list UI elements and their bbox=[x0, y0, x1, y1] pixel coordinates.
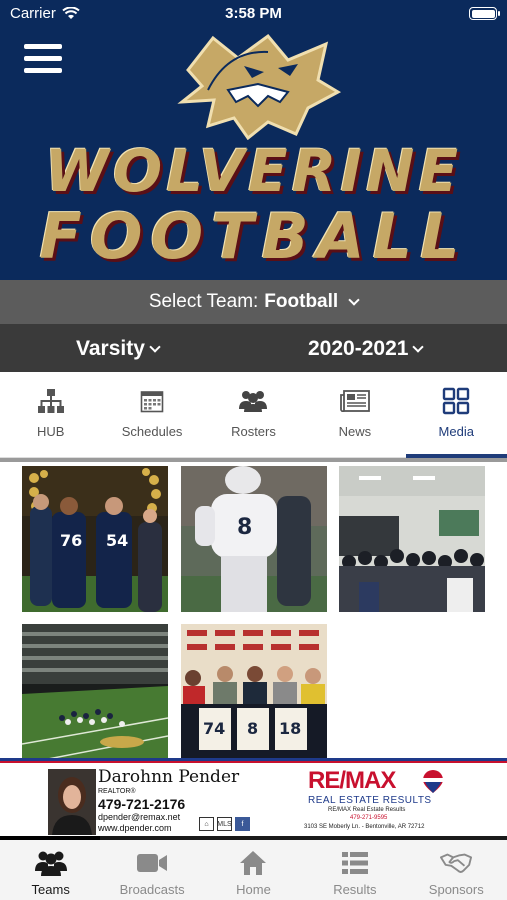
nav-label: Sponsors bbox=[428, 882, 484, 897]
team-banner: WOLVERINE FOOTBALL bbox=[0, 28, 507, 280]
agent-name: Darohnn Pender bbox=[98, 767, 240, 787]
level-select[interactable]: Varsity bbox=[76, 337, 161, 361]
media-photo[interactable] bbox=[339, 466, 485, 612]
nav-label: Teams bbox=[31, 882, 70, 897]
jersey-number: 76 bbox=[60, 531, 82, 550]
agent-phone: 479-721-2176 bbox=[98, 796, 186, 812]
season-select[interactable]: 2020-2021 bbox=[308, 337, 425, 361]
banner-title-line2: FOOTBALL bbox=[39, 200, 468, 273]
jersey-number: 8 bbox=[237, 515, 252, 540]
chevron-down-icon bbox=[412, 340, 425, 353]
calendar-icon bbox=[137, 386, 167, 416]
clock: 3:58 PM bbox=[225, 5, 282, 22]
nav-teams[interactable]: Teams bbox=[0, 840, 101, 900]
agent-website: www.dpender.com bbox=[98, 823, 172, 833]
banner-title: WOLVERINE FOOTBALL bbox=[0, 138, 507, 270]
nav-home[interactable]: Home bbox=[203, 840, 304, 900]
wolverine-logo-icon bbox=[177, 33, 342, 140]
office-name: RE/MAX Real Estate Results bbox=[328, 807, 406, 813]
media-photo[interactable]: 74 8 18 bbox=[181, 624, 327, 770]
nav-broadcasts[interactable]: Broadcasts bbox=[101, 840, 202, 900]
remax-logo: RE/MAX bbox=[308, 767, 396, 794]
banner-title-line1: WOLVERINE bbox=[44, 137, 463, 205]
media-photo[interactable]: 8 bbox=[181, 466, 327, 612]
chevron-down-icon bbox=[348, 293, 360, 306]
remax-tagline: REAL ESTATE RESULTS bbox=[308, 795, 432, 806]
media-photo[interactable] bbox=[22, 624, 168, 770]
jersey-number: 74 bbox=[203, 719, 225, 738]
battery-icon bbox=[469, 7, 500, 20]
balloon-icon bbox=[423, 770, 443, 793]
season-select-value: 2020-2021 bbox=[308, 337, 409, 360]
nav-sponsors[interactable]: Sponsors bbox=[406, 840, 507, 900]
tab-rosters[interactable]: Rosters bbox=[203, 372, 304, 457]
sponsor-ad[interactable]: Darohnn Pender REALTOR® 479-721-2176 dpe… bbox=[0, 758, 507, 838]
menu-icon[interactable] bbox=[24, 44, 62, 74]
tab-media[interactable]: Media bbox=[405, 372, 507, 458]
media-photo[interactable]: 76 54 bbox=[22, 466, 168, 612]
agent-email: dpender@remax.net bbox=[98, 812, 181, 822]
nav-label: Broadcasts bbox=[119, 882, 185, 897]
office-phone: 479-271-9595 bbox=[350, 815, 388, 821]
jersey-number: 18 bbox=[279, 719, 301, 738]
tab-hub[interactable]: HUB bbox=[0, 372, 101, 457]
video-camera-icon bbox=[136, 850, 168, 876]
agent-role: REALTOR® bbox=[98, 788, 136, 795]
users-icon bbox=[238, 386, 268, 416]
tab-news[interactable]: News bbox=[304, 372, 405, 457]
jersey-number: 54 bbox=[106, 531, 128, 550]
nav-label: Home bbox=[236, 882, 271, 897]
divider bbox=[0, 761, 507, 763]
facebook-icon: f bbox=[235, 817, 250, 831]
jersey-number: 8 bbox=[247, 719, 258, 738]
media-grid: 76 54 8 74 8 18 bbox=[0, 458, 507, 770]
status-bar: Carrier 3:58 PM bbox=[0, 0, 507, 28]
team-select[interactable]: Select Team: Football bbox=[0, 280, 507, 324]
divider bbox=[0, 458, 507, 462]
section-tabs: HUB Schedules Rosters News Media bbox=[0, 372, 507, 458]
bottom-nav: Teams Broadcasts Home Results Sponsors bbox=[0, 840, 507, 900]
level-select-value: Varsity bbox=[76, 337, 145, 360]
team-select-value: Football bbox=[264, 291, 339, 312]
realtor-badges: ⌂ MLS f bbox=[199, 817, 250, 831]
tab-label: Schedules bbox=[121, 424, 183, 439]
equal-housing-icon: ⌂ bbox=[199, 817, 214, 831]
tab-label: HUB bbox=[36, 424, 65, 439]
handshake-icon bbox=[440, 850, 473, 876]
filter-row: Varsity 2020-2021 bbox=[0, 324, 507, 372]
agent-photo bbox=[48, 769, 96, 835]
org-chart-icon bbox=[36, 386, 66, 416]
tab-schedules[interactable]: Schedules bbox=[101, 372, 202, 457]
tab-label: Rosters bbox=[231, 424, 276, 439]
team-select-label: Select Team: bbox=[148, 291, 259, 312]
nav-label: Results bbox=[333, 882, 377, 897]
newspaper-icon bbox=[339, 386, 370, 416]
office-address: 3103 SE Moberly Ln. - Bentonville, AR 72… bbox=[304, 824, 425, 830]
chevron-down-icon bbox=[149, 340, 161, 353]
tab-label: Media bbox=[438, 424, 474, 439]
tab-label: News bbox=[338, 424, 372, 439]
mls-badge: MLS bbox=[217, 817, 232, 831]
nav-results[interactable]: Results bbox=[304, 840, 405, 900]
home-icon bbox=[237, 850, 269, 876]
team-icon bbox=[34, 850, 67, 876]
list-icon bbox=[339, 850, 371, 876]
grid-icon bbox=[441, 386, 471, 416]
